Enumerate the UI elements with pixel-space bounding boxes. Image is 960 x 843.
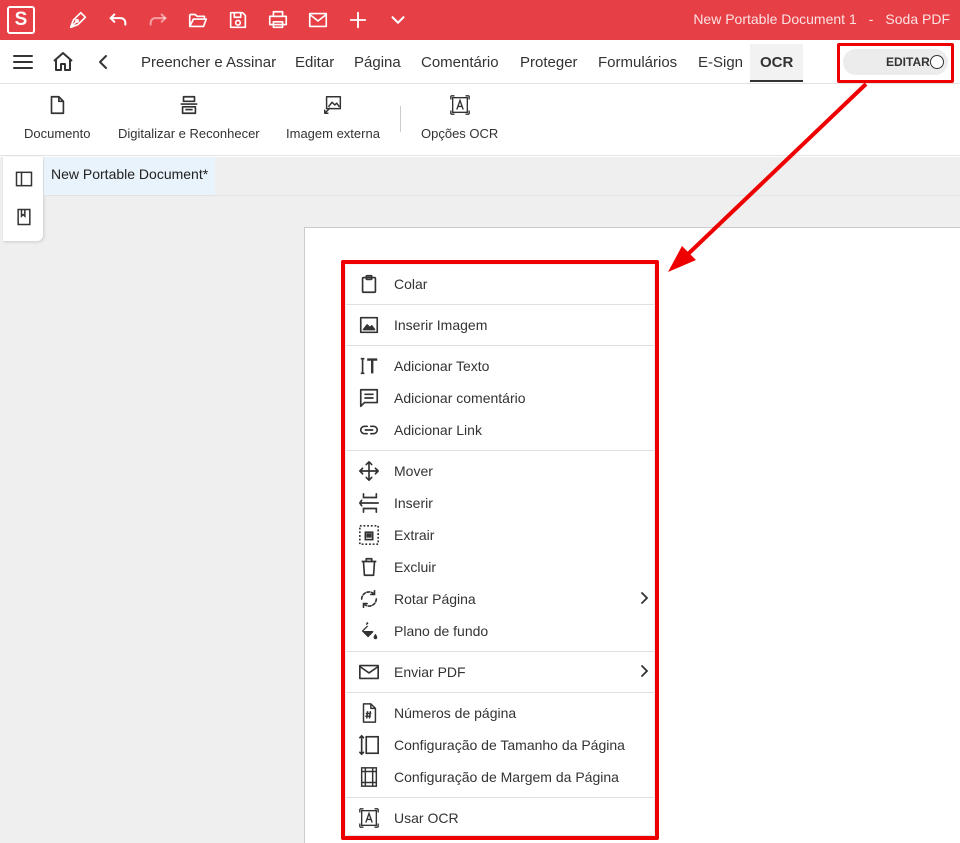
scanner-icon bbox=[180, 95, 198, 115]
undo-icon[interactable] bbox=[107, 9, 129, 31]
tab-preencher-e-assinar[interactable]: Preencher e Assinar bbox=[141, 54, 276, 71]
tab-proteger[interactable]: Proteger bbox=[520, 54, 578, 71]
plus-icon[interactable] bbox=[347, 9, 369, 31]
soda-logo[interactable]: S bbox=[7, 6, 35, 34]
panel-toggle-icon[interactable] bbox=[14, 169, 34, 189]
imagem-externa-button[interactable]: Imagem externa bbox=[286, 94, 380, 141]
app-name: Soda PDF bbox=[885, 11, 950, 27]
redo-icon[interactable] bbox=[147, 9, 169, 31]
pen-icon[interactable] bbox=[67, 9, 89, 31]
document-icon bbox=[50, 95, 65, 115]
window-title: New Portable Document 1- Soda PDF bbox=[693, 11, 950, 27]
title-separator: - bbox=[868, 11, 874, 27]
home-icon[interactable] bbox=[51, 50, 75, 74]
tab-editar[interactable]: Editar bbox=[295, 54, 334, 71]
image-import-icon bbox=[323, 96, 342, 114]
digitalizar-label: Digitalizar e Reconhecer bbox=[118, 126, 260, 141]
imagem-externa-label: Imagem externa bbox=[286, 126, 380, 141]
document-title: New Portable Document 1 bbox=[693, 11, 857, 27]
bookmark-icon[interactable] bbox=[14, 207, 34, 227]
side-panel bbox=[3, 157, 43, 241]
ribbon-separator bbox=[400, 106, 401, 132]
documento-label: Documento bbox=[24, 126, 91, 141]
tab-pagina[interactable]: Página bbox=[354, 54, 401, 71]
back-icon[interactable] bbox=[91, 50, 115, 74]
opcoes-ocr-button[interactable]: Opções OCR bbox=[421, 94, 498, 141]
tab-comentario[interactable]: Comentário bbox=[421, 54, 499, 71]
documento-button[interactable]: Documento bbox=[24, 94, 90, 141]
print-icon[interactable] bbox=[267, 9, 289, 31]
hamburger-menu-icon[interactable] bbox=[11, 50, 35, 74]
tab-formularios[interactable]: Formulários bbox=[598, 54, 677, 71]
digitalizar-e-reconhecer-button[interactable]: Digitalizar e Reconhecer bbox=[118, 94, 260, 141]
document-tab[interactable]: New Portable Document* bbox=[44, 157, 216, 195]
save-icon[interactable] bbox=[227, 9, 249, 31]
chevron-down-icon[interactable] bbox=[387, 9, 409, 31]
opcoes-ocr-label: Opções OCR bbox=[421, 126, 499, 141]
tab-ocr[interactable]: OCR bbox=[750, 44, 804, 82]
tab-e-sign[interactable]: E-Sign bbox=[698, 54, 743, 71]
doctab-divider bbox=[44, 195, 960, 196]
folder-open-icon[interactable] bbox=[187, 9, 209, 31]
ocr-icon bbox=[449, 95, 470, 115]
logo-letter: S bbox=[14, 9, 28, 30]
edit-toggle-highlight bbox=[837, 43, 954, 83]
mail-icon[interactable] bbox=[307, 9, 329, 31]
context-menu-highlight bbox=[341, 260, 659, 840]
title-bar: S New Portable Document 1- Soda PDF bbox=[0, 0, 960, 40]
ocr-ribbon: Documento Digitalizar e Reconhecer Image… bbox=[0, 84, 960, 156]
menu-bar: Preencher e Assinar Editar Página Coment… bbox=[0, 40, 960, 84]
